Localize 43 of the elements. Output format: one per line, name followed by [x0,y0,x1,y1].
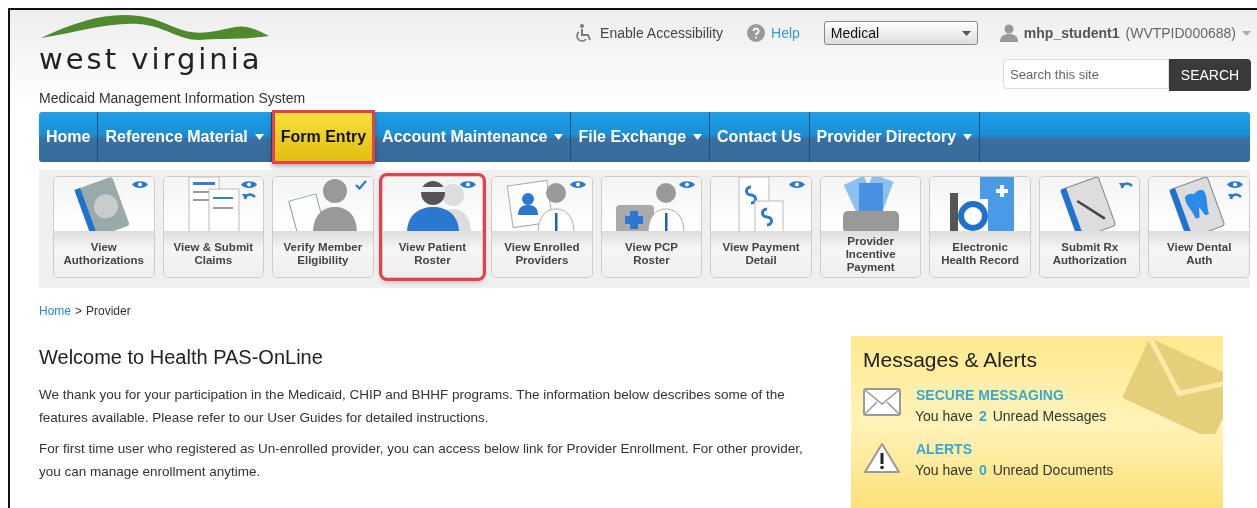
nav-item[interactable]: Reference Material [98,112,272,162]
shortcut-tile[interactable]: Provider Incentive Payment [819,176,922,278]
count-suffix: Unread Documents [992,461,1114,480]
envelope-icon [863,388,901,416]
nav-item[interactable]: Contact Us [710,112,810,162]
site-subtitle: Medicaid Management Information System [39,90,306,106]
shortcut-tile[interactable]: View Patient Roster [381,176,484,278]
shortcut-tile[interactable]: View Payment Detail [710,176,812,278]
breadcrumb-link[interactable]: Home [39,304,71,318]
logo-text: west virginia [39,44,264,74]
shortcut-tile[interactable]: Submit Rx Authorization [1038,176,1141,278]
nav-item[interactable]: Form Entry [271,110,376,164]
shortcut-tile[interactable]: View Dental Auth [1148,176,1250,278]
caret-icon [961,30,971,36]
count-prefix: You have [915,461,973,480]
shortcut-tile[interactable]: View PCP Roster [600,176,703,278]
shortcut-tile[interactable]: Electronic Health Record [929,176,1031,278]
count-suffix: Unread Messages [992,407,1107,426]
search-field[interactable]: Search this site [1003,59,1169,89]
nav-item[interactable]: Provider Directory [809,112,981,162]
panel-title: Messages & Alerts [863,348,1038,372]
nav-item[interactable]: Home [39,112,99,162]
user-icon [999,24,1018,42]
breadcrumb-text: > [75,304,83,318]
warning-icon [864,442,900,474]
nav-item[interactable]: Account Maintenance [375,112,572,162]
shortcut-tile[interactable]: Verify Member Eligibility [272,176,374,278]
user-id: (WVTPID000688) [1125,25,1236,41]
welcome-heading: Welcome to Health PAS-OnLine [39,346,324,369]
count-prefix: You have [915,407,973,426]
program-dropdown[interactable]: Medical [823,21,978,45]
nav-item[interactable]: File Exchange [571,112,711,162]
shortcut-tile[interactable]: View Enrolled Providers [491,176,593,278]
search-button[interactable]: SEARCH [1169,59,1251,91]
breadcrumb-text: Provider [86,304,131,318]
help-icon [747,24,766,42]
caret-icon [1242,30,1251,36]
user-name[interactable]: mhp_student1 [1023,25,1120,41]
intro-paragraph: For first time user who registered as Un-enrolled provider, you can access below link for Provider Enrollment. For other provider, you can manage enrollment anytime. [39,440,804,481]
shortcut-tile[interactable]: View & Submit Claims [162,176,265,278]
intro-paragraph: We thank you for your participation in the Medicaid, CHIP and BHHF programs. The information below describes some of the features available. Please refer to our User Guides for detailed instructions. [39,386,786,427]
shortcut-tile[interactable]: View Authorizations [53,176,155,278]
accessibility-link[interactable]: Enable Accessibility [600,25,724,41]
